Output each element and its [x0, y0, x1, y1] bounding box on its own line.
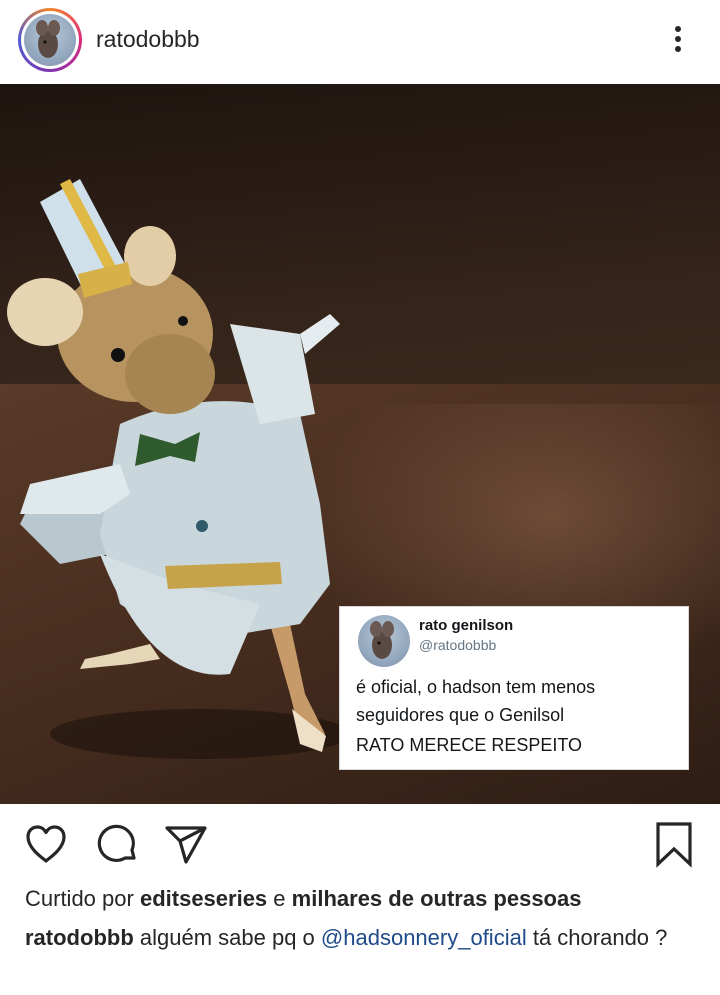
more-vertical-icon: [675, 36, 681, 42]
caption-text: alguém sabe pq o: [139, 925, 315, 950]
like-button[interactable]: [22, 820, 70, 868]
post-header: ratodobbb: [0, 0, 720, 84]
caption-username[interactable]: ratodobbb: [25, 925, 134, 950]
likes-connector: e: [273, 886, 286, 911]
share-button[interactable]: [162, 820, 210, 868]
more-vertical-icon: [675, 46, 681, 52]
tweet-text: é oficial, o hadson tem menos seguidores…: [356, 673, 676, 729]
caption-mention[interactable]: @hadsonnery_oficial: [321, 925, 527, 950]
tweet-text-line: seguidores que o Genilsol: [356, 705, 565, 725]
send-icon: [165, 826, 207, 864]
post-action-bar: [0, 804, 720, 882]
likes-prefix: Curtido por: [25, 886, 134, 911]
story-ring[interactable]: [18, 8, 82, 72]
comment-button[interactable]: [94, 820, 142, 868]
post-caption: ratodobbb alguém sabe pq o @hadsonnery_o…: [25, 922, 685, 954]
tweet-text-line: RATO MERECE RESPEITO: [356, 735, 583, 755]
mouse-avatar-icon: [370, 621, 394, 659]
tweet-avatar: [358, 615, 410, 667]
bookmark-icon: [656, 822, 692, 868]
tweet-text-line: é oficial, o hadson tem menos: [356, 677, 596, 697]
tweet-author-name: rato genilson: [419, 617, 514, 634]
heart-icon: [26, 825, 66, 863]
more-options-button[interactable]: [664, 22, 692, 58]
liked-by-others[interactable]: milhares de outras pessoas: [292, 886, 582, 911]
more-vertical-icon: [675, 26, 681, 32]
likes-summary[interactable]: Curtido por editseseries e milhares de o…: [25, 886, 581, 912]
tweet-author-handle: @ratodobbb: [419, 637, 497, 653]
comment-icon: [97, 824, 136, 862]
avatar[interactable]: [24, 14, 76, 66]
post-username[interactable]: ratodobbb: [96, 26, 200, 53]
save-button[interactable]: [650, 820, 698, 868]
tweet-card: rato genilson @ratodobbb é oficial, o ha…: [339, 606, 689, 770]
post-photo[interactable]: rato genilson @ratodobbb é oficial, o ha…: [0, 84, 720, 804]
avatar-frame: [21, 11, 79, 69]
liked-by-user[interactable]: editseseries: [140, 886, 267, 911]
mouse-avatar-icon: [36, 20, 60, 58]
caption-text: tá chorando ?: [532, 925, 668, 950]
